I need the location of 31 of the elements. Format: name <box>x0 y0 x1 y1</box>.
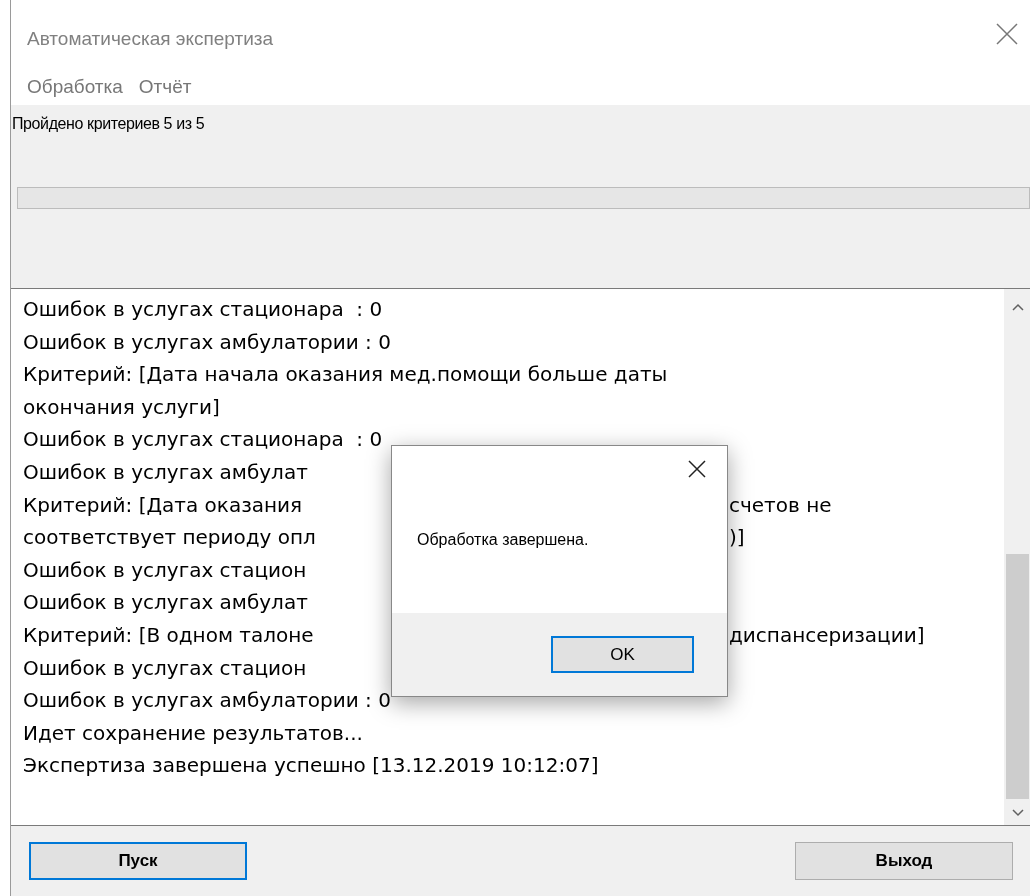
status-text: Пройдено критериев 5 из 5 <box>11 114 205 134</box>
exit-button[interactable]: Выход <box>795 842 1013 880</box>
log-line: Ошибок в услугах стацион <box>23 654 307 682</box>
log-line: Критерий: [В одном талоне <box>23 621 314 649</box>
ok-button[interactable]: OK <box>551 636 694 673</box>
log-line: Ошибок в услугах амбулатории : 0 <box>23 687 391 715</box>
log-line: Критерий: [Дата начала оказания мед.помощи больше даты <box>23 361 668 389</box>
close-icon[interactable] <box>687 459 707 479</box>
log-line: Ошибок в услугах стацион <box>23 556 307 584</box>
scrollbar[interactable] <box>1004 289 1030 825</box>
log-line: Экспертиза завершена успешно [13.12.2019 10:12:07] <box>23 752 599 780</box>
log-line: Ошибок в услугах амбулат <box>23 589 308 617</box>
window-title: Автоматическая экспертиза <box>27 27 274 50</box>
log-line: )] <box>729 524 745 552</box>
log-line: Критерий: [Дата оказания <box>23 491 303 519</box>
scroll-down-icon[interactable] <box>1011 809 1024 817</box>
scrollbar-thumb[interactable] <box>1006 554 1029 799</box>
log-line: Ошибок в услугах амбулат <box>23 458 308 486</box>
scroll-up-icon[interactable] <box>1011 303 1024 311</box>
log-line: окончания услуги] <box>23 393 220 421</box>
log-line: Ошибок в услугах амбулатории : 0 <box>23 328 391 356</box>
log-line: счетов не <box>729 491 832 519</box>
log-line: Ошибок в услугах стационара : 0 <box>23 296 383 323</box>
dialog-message: Обработка завершена. <box>417 531 589 549</box>
log-line: диспансеризации] <box>729 621 925 649</box>
menu-item[interactable]: Отчёт <box>138 73 192 100</box>
log-line: Идет сохранение результатов... <box>23 719 363 747</box>
start-button[interactable]: Пуск <box>29 842 247 880</box>
log-line: соответствует периоду опл <box>23 524 316 552</box>
menu-item[interactable]: Обработка <box>27 73 123 100</box>
log-line: Ошибок в услугах стационара : 0 <box>23 426 383 454</box>
